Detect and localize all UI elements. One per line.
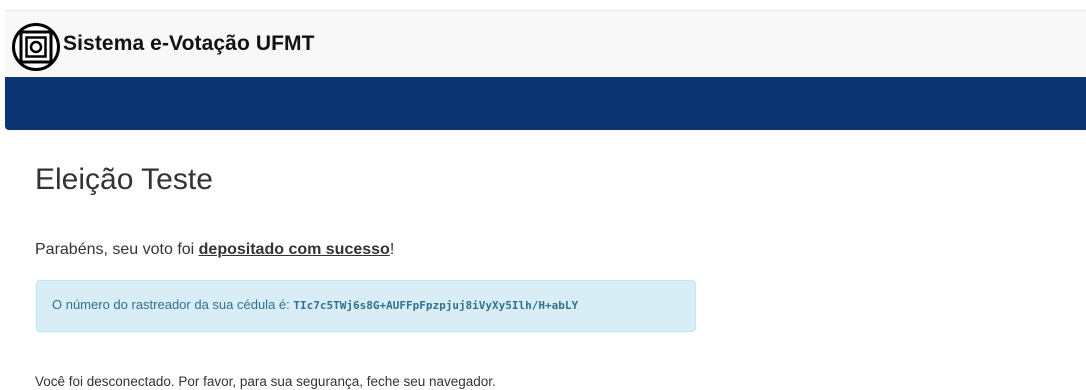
tracker-code: TIc7c5TWj6s8G+AUFFpFpzpjuj8iVyXy5Ilh/H+a… [293, 299, 579, 312]
success-prefix: Parabéns, seu voto foi [35, 241, 199, 258]
tracker-label: O número do rastreador da sua cédula é: [52, 297, 294, 312]
tracker-alert: O número do rastreador da sua cédula é: … [36, 280, 696, 332]
success-message: Parabéns, seu voto foi depositado com su… [35, 241, 394, 259]
main-navbar [5, 77, 1086, 130]
ufmt-logo-icon[interactable] [12, 23, 60, 71]
logout-notice: Você foi desconectado. Por favor, para s… [35, 374, 496, 389]
success-emphasis: depositado com sucesso [198, 241, 390, 258]
brand-title[interactable]: Sistema e-Votação UFMT [63, 32, 315, 56]
top-header: Sistema e-Votação UFMT [5, 10, 1086, 77]
success-suffix: ! [389, 241, 395, 258]
page-title: Eleição Teste [35, 163, 213, 196]
